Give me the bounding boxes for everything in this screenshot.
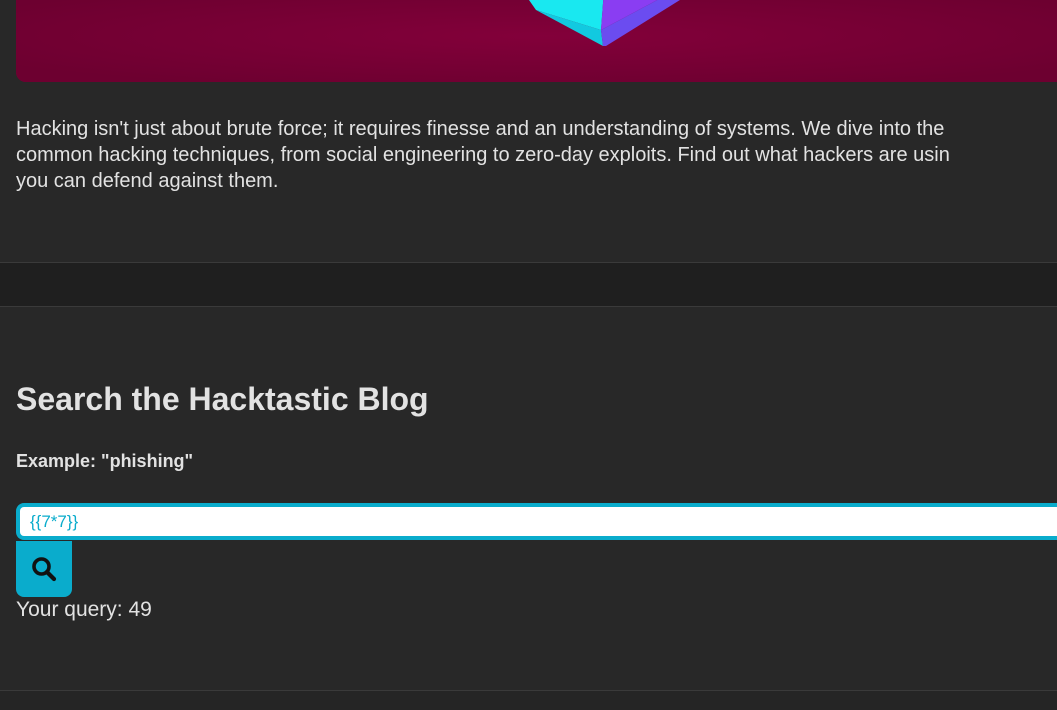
search-query-result: Your query: 49 xyxy=(16,598,152,621)
search-button[interactable] xyxy=(16,541,72,597)
hero-illustration xyxy=(16,0,1057,82)
article-line: Hacking isn't just about brute force; it… xyxy=(16,118,945,140)
article-hero-image xyxy=(16,0,1057,82)
search-input[interactable] xyxy=(16,503,1057,540)
article-line: common hacking techniques, from social e… xyxy=(16,144,950,166)
section-bottom-border xyxy=(0,690,1057,710)
search-icon xyxy=(32,557,57,582)
article-excerpt: Hacking isn't just about brute force; it… xyxy=(16,116,1057,194)
article-line: you can defend against them. xyxy=(16,170,279,192)
search-section-title: Search the Hacktastic Blog xyxy=(16,381,429,417)
section-divider xyxy=(0,262,1057,307)
search-example-text: Example: "phishing" xyxy=(16,451,194,471)
